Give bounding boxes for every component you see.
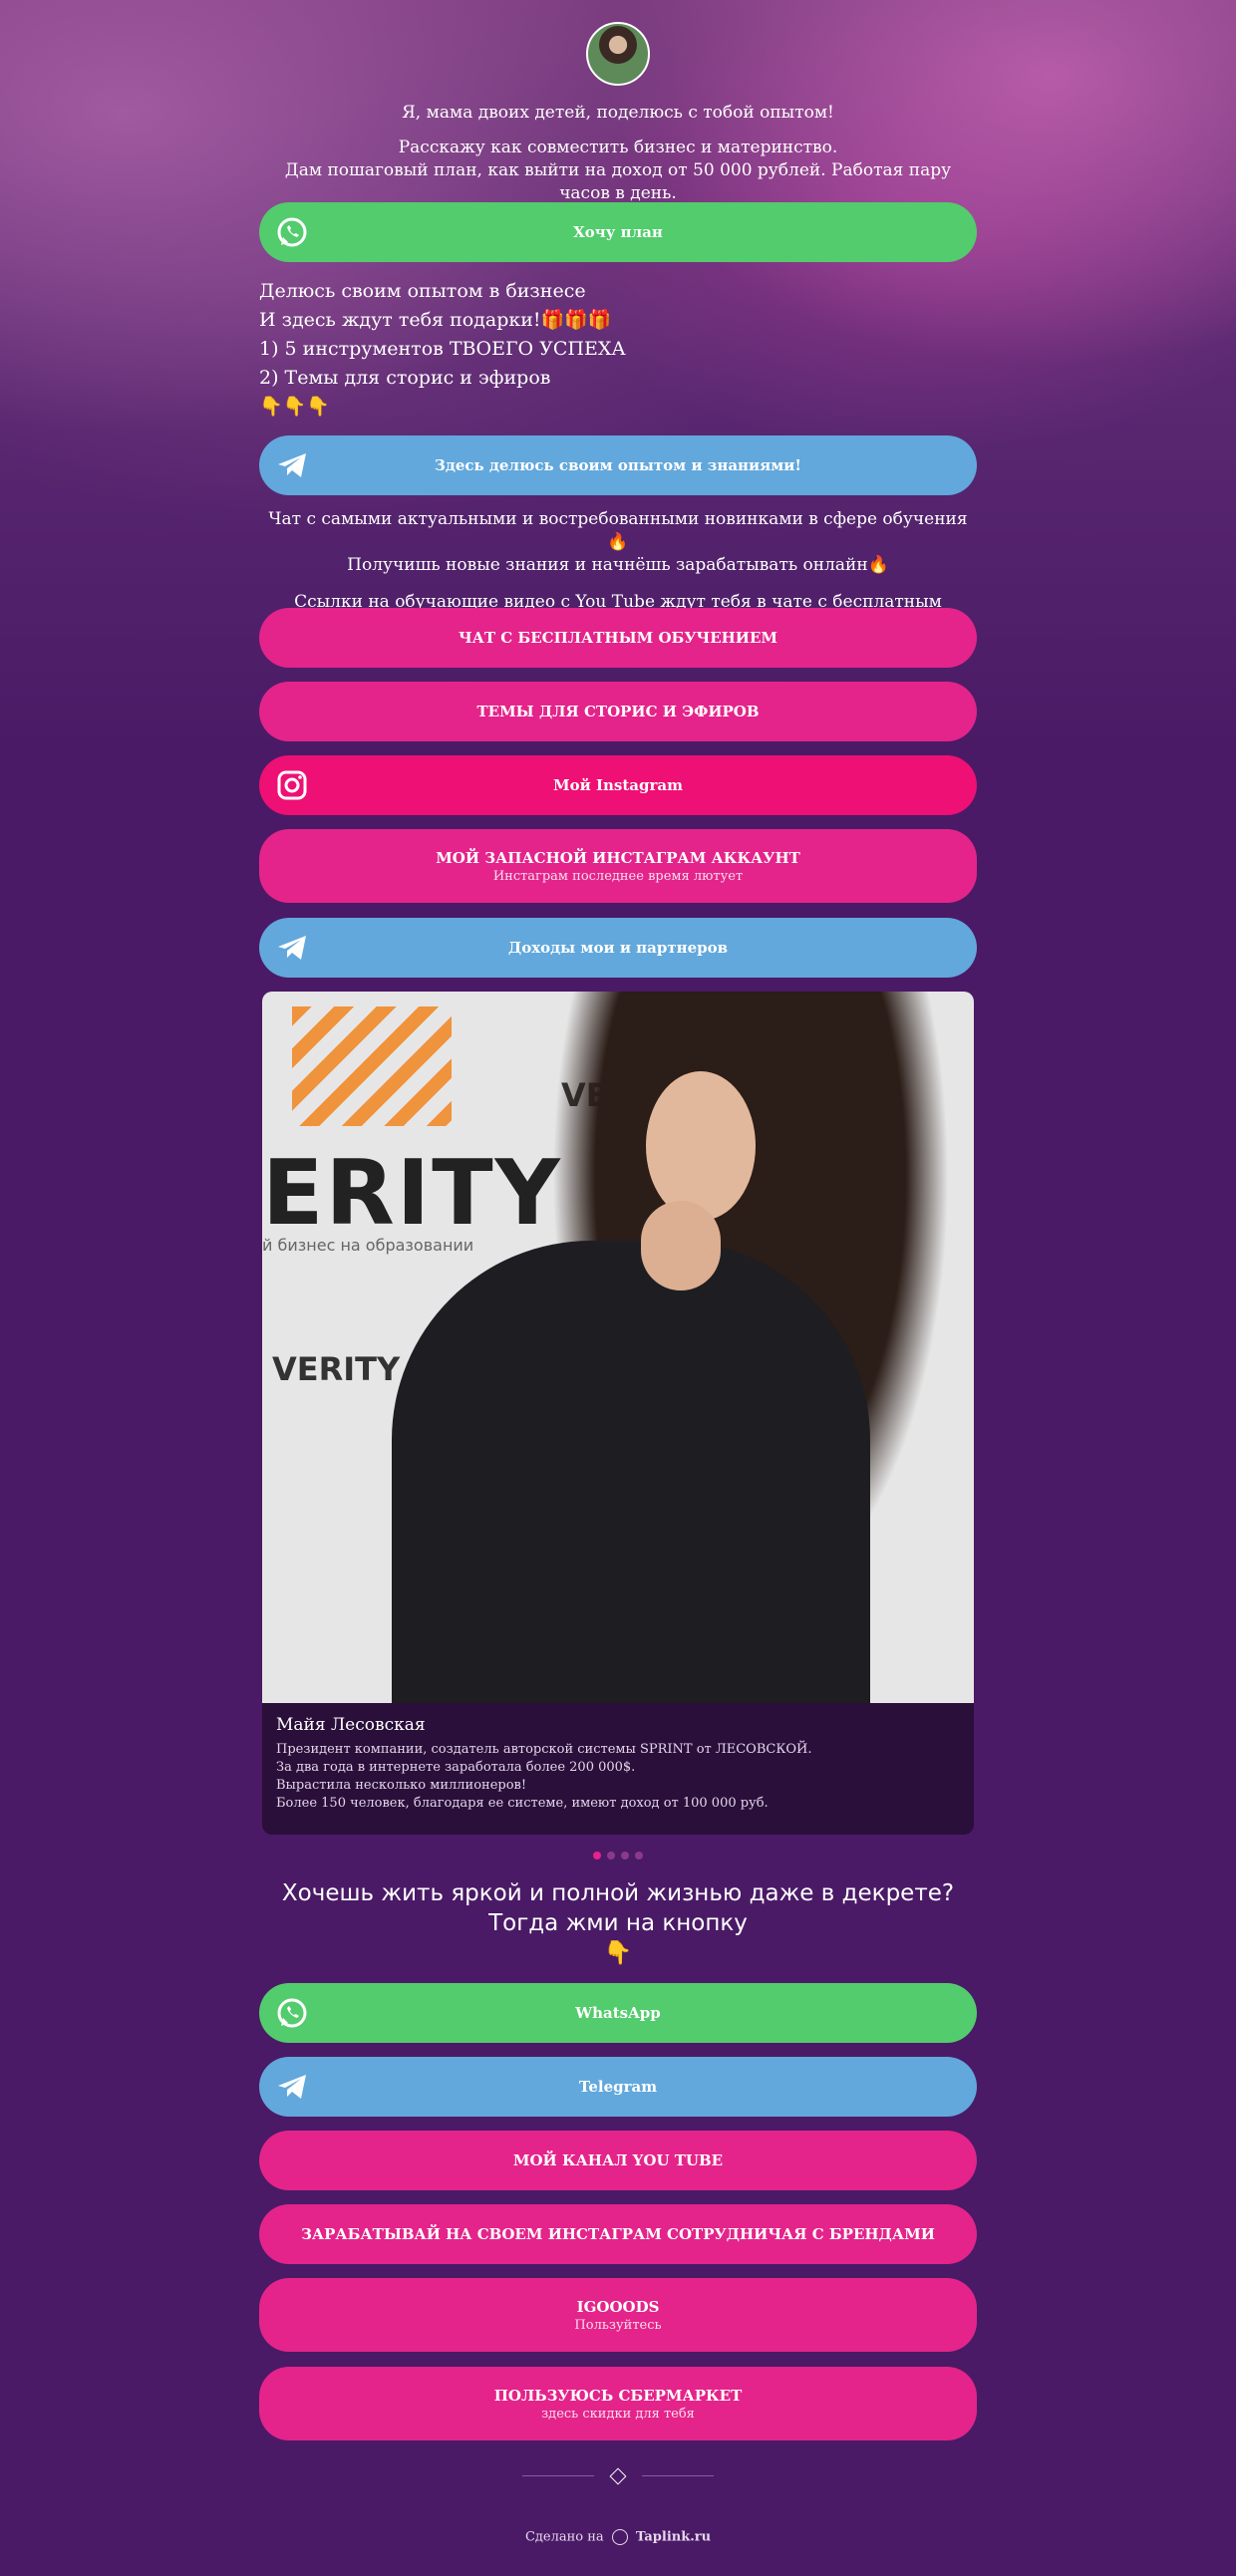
telegram-icon — [278, 453, 306, 477]
backup-instagram-title: МОЙ ЗАПАСНОЙ ИНСТАГРАМ АККАУНТ — [436, 848, 800, 867]
share-line-1: Делюсь своим опытом в бизнесе — [259, 280, 586, 302]
intro-line-3: Дам пошаговый план, как выйти на доход о… — [284, 160, 952, 203]
intro-text: Я, мама двоих детей, поделюсь с тобой оп… — [259, 102, 977, 205]
call-to-action: Хочешь жить яркой и полной жизнью даже в… — [259, 1878, 977, 1968]
divider — [259, 2467, 977, 2485]
footer-brand[interactable]: Taplink.ru — [636, 2530, 711, 2545]
avatar — [586, 22, 650, 86]
instagram-button[interactable]: Мой Instagram — [259, 755, 977, 815]
profile-name: Майя Лесовская — [276, 1715, 426, 1735]
telegram-button[interactable]: Telegram — [259, 2057, 977, 2117]
carousel-dot[interactable] — [607, 1852, 615, 1860]
plan-button[interactable]: Хочу план — [259, 202, 977, 262]
igooods-button[interactable]: IGOOODS Пользуйтесь — [259, 2278, 977, 2352]
brand-logo-shape — [292, 1006, 452, 1126]
whatsapp-icon — [277, 217, 307, 247]
topics-button[interactable]: ТЕМЫ ДЛЯ СТОРИС И ЭФИРОВ — [259, 682, 977, 741]
chat-line-2: Получишь новые знания и начнёшь зарабаты… — [347, 555, 889, 575]
carousel-dot[interactable] — [593, 1852, 601, 1860]
profile-caption: Майя Лесовская Президент компании, созда… — [276, 1715, 964, 1813]
brand-tagline: й бизнес на образовании — [262, 1236, 474, 1255]
igooods-button-title: IGOOODS — [576, 2297, 660, 2316]
sbermarket-button[interactable]: ПОЛЬЗУЮСЬ СБЕРМАРКЕТ здесь скидки для те… — [259, 2367, 977, 2440]
youtube-button[interactable]: МОЙ КАНАЛ YOU TUBE — [259, 2131, 977, 2190]
whatsapp-icon — [277, 1998, 307, 2028]
igooods-button-subtitle: Пользуйтесь — [574, 2317, 662, 2333]
carousel-dot[interactable] — [621, 1852, 629, 1860]
telegram-button-label: Telegram — [578, 2078, 658, 2096]
carousel-dot[interactable] — [635, 1852, 643, 1860]
intro-line-2: Расскажу как совместить бизнес и материн… — [398, 138, 838, 157]
backup-instagram-button[interactable]: МОЙ ЗАПАСНОЙ ИНСТАГРАМ АККАУНТ Инстаграм… — [259, 829, 977, 903]
profile-line-1: Президент компании, создатель авторской … — [276, 1742, 812, 1757]
whatsapp-button[interactable]: WhatsApp — [259, 1983, 977, 2043]
taplink-icon — [611, 2529, 628, 2545]
income-button[interactable]: Доходы мои и партнеров — [259, 918, 977, 978]
share-button-label: Здесь делюсь своим опытом и знаниями! — [435, 456, 801, 474]
profile-card[interactable]: ERITY й бизнес на образовании VERITY VER… — [262, 992, 974, 1835]
diamond-icon — [609, 2467, 627, 2485]
youtube-button-label: МОЙ КАНАЛ YOU TUBE — [512, 2151, 724, 2169]
brand-wordmark-small: VERITY — [272, 1350, 401, 1388]
backup-instagram-subtitle: Инстаграм последнее время лютует — [492, 868, 744, 884]
share-line-2: И здесь ждут тебя подарки!🎁🎁🎁 — [259, 309, 612, 331]
income-button-label: Доходы мои и партнеров — [507, 939, 729, 957]
instagram-icon — [277, 770, 307, 800]
brands-button[interactable]: ЗАРАБАТЫВАЙ НА СВОЕМ ИНСТАГРАМ СОТРУДНИЧ… — [259, 2204, 977, 2264]
plan-button-label: Хочу план — [573, 223, 663, 241]
call-line-1: Хочешь жить яркой и полной жизнью даже в… — [281, 1880, 955, 1906]
free-chat-button[interactable]: ЧАТ С БЕСПЛАТНЫМ ОБУЧЕНИЕМ — [259, 608, 977, 668]
share-button[interactable]: Здесь делюсь своим опытом и знаниями! — [259, 435, 977, 495]
call-line-2: Тогда жми на кнопку — [488, 1910, 748, 1936]
brands-button-label: ЗАРАБАТЫВАЙ НА СВОЕМ ИНСТАГРАМ СОТРУДНИЧ… — [301, 2225, 935, 2243]
profile-line-4: Более 150 человек, благодаря ее системе,… — [276, 1796, 769, 1811]
intro-line-1: Я, мама двоих детей, поделюсь с тобой оп… — [402, 103, 834, 123]
share-line-5: 👇👇👇 — [259, 396, 330, 418]
share-line-4: 2) Темы для сторис и эфиров — [259, 367, 551, 389]
free-chat-button-label: ЧАТ С БЕСПЛАТНЫМ ОБУЧЕНИЕМ — [458, 629, 778, 647]
footer-made-label: Сделано на — [524, 2529, 604, 2545]
call-line-3: 👇 — [603, 1940, 633, 1966]
telegram-icon — [278, 2075, 306, 2099]
brand-wordmark: ERITY — [262, 1141, 562, 1246]
sbermarket-button-title: ПОЛЬЗУЮСЬ СБЕРМАРКЕТ — [493, 2386, 743, 2405]
telegram-icon — [278, 936, 306, 960]
profile-photo: ERITY й бизнес на образовании VERITY VER… — [262, 992, 974, 1703]
sbermarket-button-subtitle: здесь скидки для тебя — [541, 2406, 695, 2422]
chat-line-1: Чат с самыми актуальными и востребованны… — [268, 509, 968, 552]
profile-line-3: Вырастила несколько миллионеров! — [276, 1778, 527, 1793]
person-jacket — [392, 1241, 870, 1703]
profile-line-2: За два года в интернете заработала более… — [276, 1760, 636, 1775]
footer[interactable]: Сделано на Taplink.ru — [259, 2529, 977, 2545]
person-hand — [641, 1201, 721, 1290]
person-face — [646, 1071, 756, 1221]
topics-button-label: ТЕМЫ ДЛЯ СТОРИС И ЭФИРОВ — [476, 703, 760, 720]
instagram-button-label: Мой Instagram — [553, 776, 683, 794]
share-text: Делюсь своим опытом в бизнесе И здесь жд… — [259, 277, 977, 422]
whatsapp-button-label: WhatsApp — [575, 2004, 661, 2022]
share-line-3: 1) 5 инструментов ТВОЕГО УСПЕХА — [259, 338, 626, 360]
carousel-dots[interactable] — [259, 1845, 977, 1863]
